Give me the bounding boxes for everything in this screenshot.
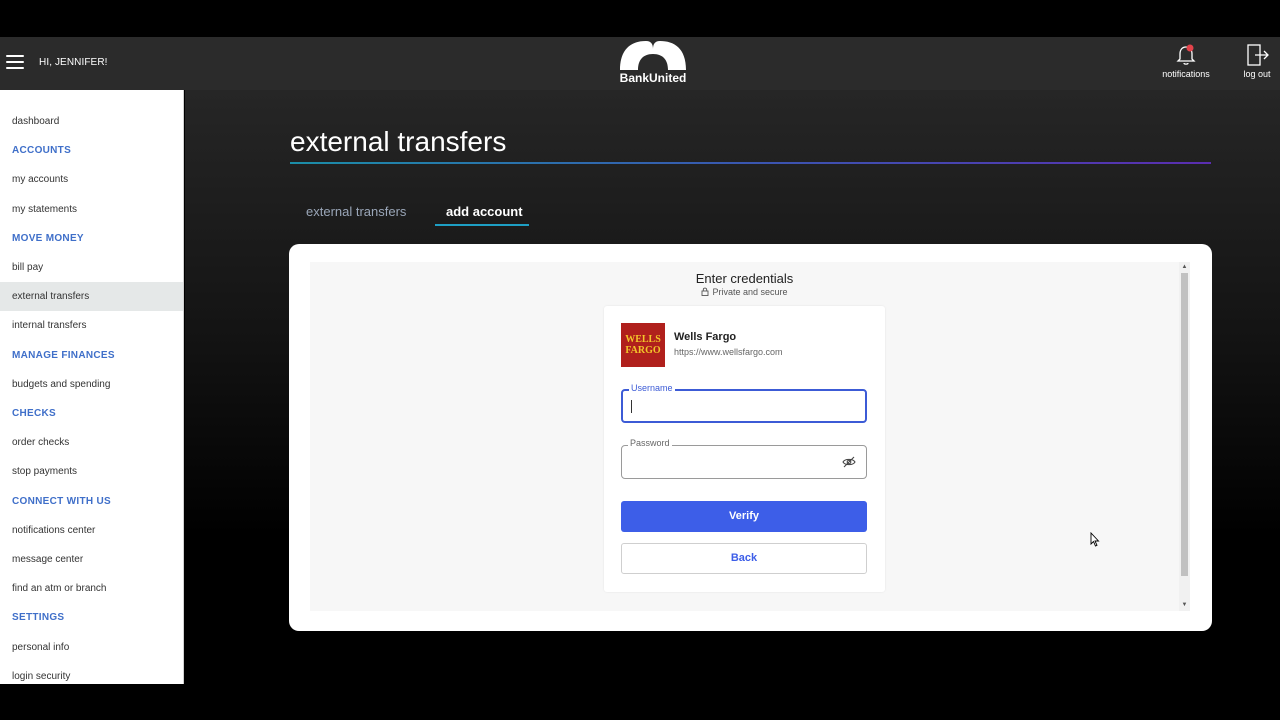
notifications-label: notifications — [1162, 69, 1210, 79]
username-field[interactable]: Username — [621, 383, 867, 423]
scroll-up-icon[interactable]: ▲ — [1181, 263, 1188, 271]
sidebar-item-find-an-atm-or-branch[interactable]: find an atm or branch — [0, 574, 183, 603]
widget-scrollbar[interactable]: ▲ ▼ — [1179, 262, 1190, 611]
menu-icon[interactable] — [6, 55, 24, 69]
bank-logo-line2: FARGO — [625, 345, 661, 356]
page-title: external transfers — [290, 126, 507, 157]
credentials-title: Enter credentials — [695, 271, 794, 286]
sidebar-item-login-security[interactable]: login security — [0, 662, 183, 684]
sidebar-item-notifications-center[interactable]: notifications center — [0, 516, 183, 545]
username-label: Username — [629, 383, 675, 393]
tab-add-account[interactable]: add account — [446, 204, 523, 219]
bank-url: https://www.wellsfargo.com — [674, 347, 783, 357]
greeting: HI, JENNIFER! — [39, 57, 108, 68]
sidebar-heading-move-money: MOVE MONEY — [12, 232, 84, 244]
logout-button[interactable]: log out — [1238, 44, 1276, 79]
sidebar-item-dashboard[interactable]: dashboard — [0, 107, 183, 136]
notifications-button[interactable]: notifications — [1158, 44, 1214, 79]
sidebar-heading-manage-finances: MANAGE FINANCES — [12, 349, 115, 361]
credentials-widget: Enter credentials Private and secure WEL… — [310, 262, 1190, 611]
sidebar-item-budgets-and-spending[interactable]: budgets and spending — [0, 370, 183, 399]
sidebar-item-external-transfers[interactable]: external transfers — [0, 282, 183, 312]
verify-button[interactable]: Verify — [621, 501, 867, 532]
top-bar: HI, JENNIFER! BankUnited notifications l… — [0, 37, 1280, 90]
logo-text: BankUnited — [619, 71, 687, 85]
wells-fargo-logo: WELLS FARGO — [621, 323, 665, 367]
title-divider — [290, 162, 1211, 164]
sidebar-heading-checks: CHECKS — [12, 408, 57, 419]
sidebar-heading-settings: SETTINGS — [12, 612, 65, 624]
bankunited-logo-icon — [620, 41, 686, 70]
mouse-cursor-icon — [1090, 532, 1100, 547]
sidebar-item-stop-payments[interactable]: stop payments — [0, 457, 183, 486]
sidebar-item-bill-pay[interactable]: bill pay — [0, 253, 183, 282]
username-input[interactable] — [631, 397, 831, 415]
sidebar-item-internal-transfers[interactable]: internal transfers — [0, 311, 183, 340]
sidebar-item-order-checks[interactable]: order checks — [0, 428, 183, 457]
credentials-subtitle: Private and secure — [310, 287, 1179, 297]
main-content: external transfers external transfers ad… — [185, 90, 1280, 684]
password-input[interactable] — [630, 452, 830, 470]
bell-icon — [1176, 44, 1196, 65]
sidebar-heading-connect-with-us: CONNECT WITH US — [12, 495, 111, 507]
sidebar-item-personal-info[interactable]: personal info — [0, 633, 183, 662]
sidebar-item-message-center[interactable]: message center — [0, 545, 183, 574]
back-button[interactable]: Back — [621, 543, 867, 574]
credentials-panel: WELLS FARGO Wells Fargo https://www.well… — [604, 306, 885, 592]
sidebar-item-my-accounts[interactable]: my accounts — [0, 165, 183, 194]
logout-door-icon — [1247, 44, 1269, 66]
add-account-card: Enter credentials Private and secure WEL… — [289, 244, 1212, 631]
lock-icon — [702, 287, 709, 296]
credentials-subtitle-text: Private and secure — [712, 287, 788, 297]
bank-name: Wells Fargo — [674, 331, 737, 343]
scroll-thumb[interactable] — [1181, 273, 1188, 576]
password-label: Password — [628, 438, 672, 448]
sidebar-heading-accounts: ACCOUNTS — [12, 145, 72, 157]
sidebar: dashboard ACCOUNTS my accounts my statement… — [0, 90, 184, 684]
app-frame: HI, JENNIFER! BankUnited notifications l… — [0, 37, 1280, 684]
bank-logo-line1: WELLS — [625, 334, 661, 345]
text-caret — [631, 400, 632, 413]
bank-logo[interactable]: BankUnited — [612, 40, 694, 88]
active-tab-indicator — [435, 224, 529, 226]
eye-slash-icon[interactable] — [842, 456, 856, 468]
tab-external-transfers[interactable]: external transfers — [306, 204, 406, 219]
sidebar-item-my-statements[interactable]: my statements — [0, 195, 183, 224]
logout-label: log out — [1243, 69, 1271, 79]
password-field[interactable]: Password — [621, 438, 867, 479]
scroll-down-icon[interactable]: ▼ — [1181, 601, 1188, 609]
